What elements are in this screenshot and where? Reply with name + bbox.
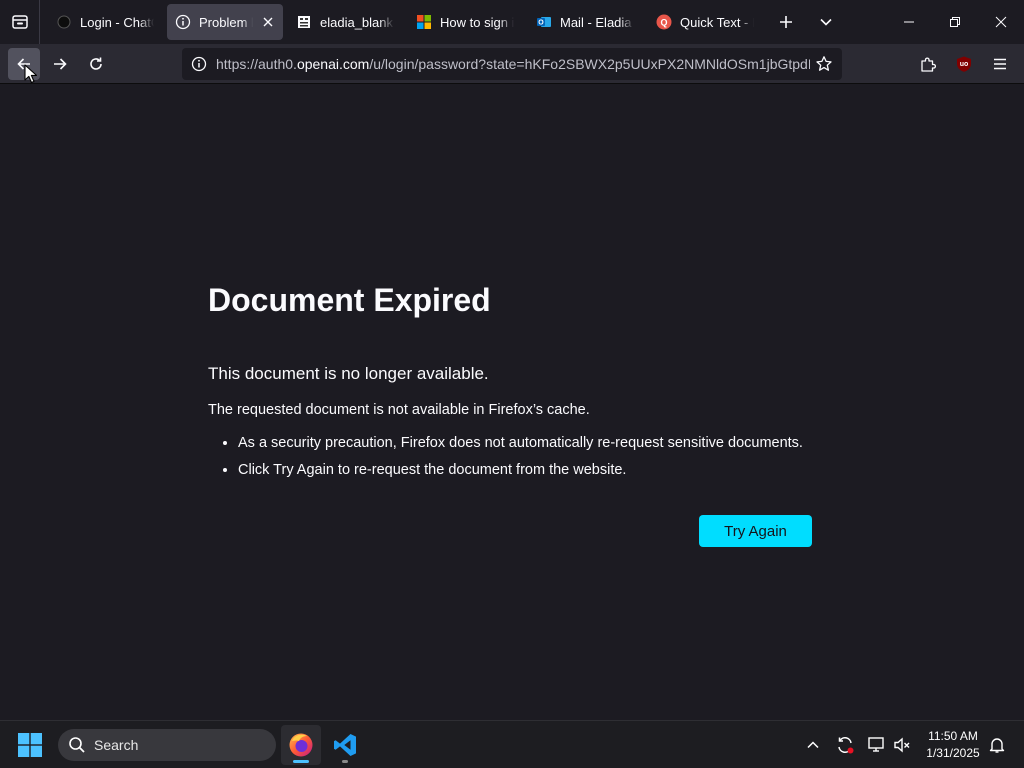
tab-title: eladia_blanken xyxy=(320,14,394,30)
error-long-description: The requested document is not available … xyxy=(208,402,590,418)
close-icon xyxy=(995,16,1007,28)
show-hidden-icons-button[interactable] xyxy=(801,733,825,757)
tab-strip: Login - ChatGPT Problem loading page ela… xyxy=(0,0,1024,44)
new-tab-button[interactable] xyxy=(770,0,802,44)
close-tab-icon[interactable] xyxy=(261,15,275,29)
windows-taskbar: Search 11:50 AM 1/31/2025 xyxy=(0,720,1024,768)
running-app-indicator xyxy=(342,760,348,763)
volume-muted-icon xyxy=(894,737,910,753)
close-window-button[interactable] xyxy=(978,0,1024,44)
clock-date: 1/31/2025 xyxy=(926,746,980,760)
chevron-up-icon xyxy=(807,741,819,749)
tab-title: How to sign in xyxy=(440,14,514,30)
tab-login-chatgpt[interactable]: Login - ChatGPT xyxy=(48,4,162,40)
mouse-cursor-icon xyxy=(24,64,38,84)
tab-title: Mail - Eladia Bl xyxy=(560,14,634,30)
search-icon xyxy=(69,737,85,753)
forward-button[interactable] xyxy=(44,48,76,80)
bookmark-star-icon[interactable] xyxy=(810,48,838,80)
bell-icon xyxy=(989,738,1005,753)
tab-title: Problem loading page xyxy=(199,14,253,30)
taskbar-firefox[interactable] xyxy=(281,725,321,765)
search-label: Search xyxy=(94,737,139,753)
puzzle-icon xyxy=(921,57,936,72)
try-again-button[interactable]: Try Again xyxy=(699,515,812,547)
info-icon xyxy=(175,14,191,30)
firefox-view-icon xyxy=(11,15,28,29)
network-tray-icon[interactable] xyxy=(865,733,889,757)
url-text[interactable]: https://auth0.openai.com/u/login/passwor… xyxy=(216,56,810,72)
minimize-icon xyxy=(904,21,914,23)
restore-button[interactable] xyxy=(932,0,978,44)
system-clock[interactable]: 11:50 AM 1/31/2025 xyxy=(920,728,986,762)
error-title: Document Expired xyxy=(208,282,491,318)
extensions-button[interactable] xyxy=(912,48,944,80)
list-all-tabs-button[interactable] xyxy=(810,0,842,44)
vscode-icon xyxy=(334,734,356,756)
start-button[interactable] xyxy=(18,733,42,757)
error-container: Document Expired This document is no lon… xyxy=(208,280,818,484)
taskbar-vscode[interactable] xyxy=(325,725,365,765)
notification-bell-button[interactable] xyxy=(985,733,1009,757)
tab-mail-eladia[interactable]: O Mail - Eladia Bl xyxy=(528,4,642,40)
error-short-description: This document is no longer available. xyxy=(208,364,489,383)
tab-title: Login - ChatGPT xyxy=(80,14,154,30)
volume-tray-icon[interactable] xyxy=(890,733,914,757)
chevron-down-icon xyxy=(820,18,832,26)
ublock-badge: uo xyxy=(959,60,969,68)
tab-list-button[interactable] xyxy=(0,0,40,44)
clock-time: 11:50 AM xyxy=(928,729,978,743)
error-bullet: As a security precaution, Firefox does n… xyxy=(238,430,818,457)
app-menu-button[interactable] xyxy=(984,48,1016,80)
tab-title: Quick Text - Ea xyxy=(680,14,754,30)
minimize-button[interactable] xyxy=(886,0,932,44)
microsoft-icon xyxy=(416,14,432,30)
plus-icon xyxy=(780,16,792,28)
tab-eladia-blanken[interactable]: eladia_blanken xyxy=(288,4,402,40)
restore-icon xyxy=(950,17,960,27)
tab-problem-loading[interactable]: Problem loading page xyxy=(167,4,283,40)
tab-quick-text[interactable]: Q Quick Text - Ea xyxy=(648,4,762,40)
reload-button[interactable] xyxy=(80,48,112,80)
active-app-indicator xyxy=(293,760,309,763)
svg-text:O: O xyxy=(538,20,544,27)
error-bullet: Click Try Again to re-request the docume… xyxy=(238,457,818,484)
tab-how-to-sign-in[interactable]: How to sign in xyxy=(408,4,522,40)
error-bullet-list: As a security precaution, Firefox does n… xyxy=(208,430,818,484)
url-prefix: https://auth0. xyxy=(216,56,297,72)
taskbar-search[interactable]: Search xyxy=(58,729,276,761)
url-domain: openai.com xyxy=(296,56,370,72)
navigation-toolbar: https://auth0.openai.com/u/login/passwor… xyxy=(0,44,1024,84)
hamburger-menu-icon xyxy=(994,58,1006,70)
firefox-icon xyxy=(289,733,313,757)
sync-icon xyxy=(838,737,854,754)
page-content: Document Expired This document is no lon… xyxy=(0,85,1024,720)
url-suffix: /u/login/password?state=hKFo2SBWX2p5UUxP… xyxy=(369,56,810,72)
document-icon xyxy=(296,14,312,30)
quicktext-icon: Q xyxy=(656,14,672,30)
network-icon xyxy=(868,737,884,752)
reload-icon xyxy=(90,57,102,70)
address-bar[interactable]: https://auth0.openai.com/u/login/passwor… xyxy=(182,48,842,80)
svg-text:Q: Q xyxy=(660,18,667,28)
outlook-icon: O xyxy=(536,14,552,30)
arrow-right-icon xyxy=(54,58,67,70)
windows-logo-icon xyxy=(18,733,42,757)
site-info-icon[interactable] xyxy=(184,56,214,72)
sync-tray-icon[interactable] xyxy=(833,733,857,757)
ublock-extension-button[interactable]: uo xyxy=(948,48,980,80)
chatgpt-icon xyxy=(56,14,72,30)
